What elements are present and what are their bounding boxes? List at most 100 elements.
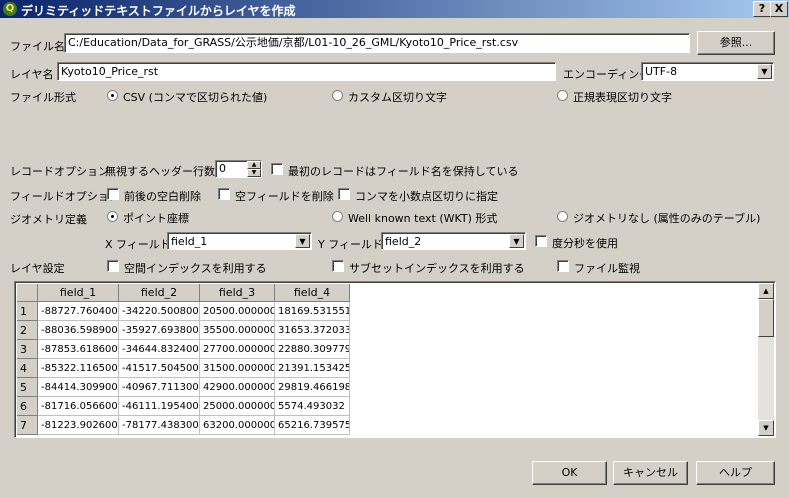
trim-checkbox[interactable] bbox=[107, 188, 119, 200]
skip-empty-label: 空フィールドを削除 bbox=[235, 190, 334, 203]
help-title-button[interactable]: ? bbox=[753, 1, 771, 17]
table-cell[interactable]: -88036.598900 bbox=[38, 321, 119, 340]
column-header[interactable]: field_1 bbox=[38, 284, 119, 302]
table-cell[interactable]: 65216.739575 bbox=[275, 416, 350, 435]
browse-button[interactable]: 参照... bbox=[697, 31, 775, 55]
first-record-label: 最初のレコードはフィールド名を保持している bbox=[288, 165, 519, 178]
geometry-none-radio[interactable] bbox=[557, 211, 568, 222]
close-button[interactable]: X bbox=[770, 1, 788, 17]
scroll-down-icon[interactable]: ▼ bbox=[758, 420, 774, 436]
table-cell[interactable]: 5574.493032 bbox=[275, 397, 350, 416]
table-cell[interactable]: 29819.466198 bbox=[275, 378, 350, 397]
row-number[interactable]: 3 bbox=[17, 340, 38, 359]
y-field-select[interactable]: field_2 ▼ bbox=[381, 232, 526, 250]
encoding-value: UTF-8 bbox=[645, 65, 678, 78]
cancel-button[interactable]: キャンセル bbox=[613, 461, 688, 485]
layer-settings-label: レイヤ設定 bbox=[10, 262, 65, 275]
help-button[interactable]: ヘルプ bbox=[696, 461, 775, 485]
ok-button[interactable]: OK bbox=[532, 461, 607, 485]
row-number[interactable]: 5 bbox=[17, 378, 38, 397]
subset-index-checkbox[interactable] bbox=[332, 260, 344, 272]
watch-file-checkbox[interactable] bbox=[557, 260, 569, 272]
scroll-up-icon[interactable]: ▲ bbox=[758, 283, 774, 299]
preview-table[interactable]: field_1 field_2 field_3 field_4 1 -88727… bbox=[14, 281, 776, 438]
column-header[interactable]: field_3 bbox=[200, 284, 275, 302]
geometry-wkt-radio[interactable] bbox=[332, 211, 343, 222]
table-cell[interactable]: 31653.372033 bbox=[275, 321, 350, 340]
geometry-label: ジオメトリ定義 bbox=[10, 213, 87, 226]
watch-file-label: ファイル監視 bbox=[574, 262, 640, 275]
layer-name-input[interactable]: Kyoto10_Price_rst bbox=[57, 62, 556, 81]
x-field-value: field_1 bbox=[171, 235, 208, 248]
skip-empty-checkbox[interactable] bbox=[218, 188, 230, 200]
table-cell[interactable]: -46111.195400 bbox=[119, 397, 200, 416]
format-regex-label: 正規表現区切り文字 bbox=[573, 91, 672, 104]
row-number[interactable]: 2 bbox=[17, 321, 38, 340]
row-number[interactable]: 1 bbox=[17, 302, 38, 321]
encoding-select[interactable]: UTF-8 ▼ bbox=[641, 62, 774, 81]
vertical-scrollbar[interactable]: ▲ ▼ bbox=[758, 283, 774, 436]
format-csv-label: CSV (コンマで区切られた値) bbox=[123, 91, 268, 104]
first-record-checkbox[interactable] bbox=[271, 163, 283, 175]
layer-name-label: レイヤ名 bbox=[10, 68, 54, 81]
spatial-index-checkbox[interactable] bbox=[107, 260, 119, 272]
column-header[interactable]: field_4 bbox=[275, 284, 350, 302]
subset-index-label: サブセットインデックスを利用する bbox=[349, 262, 525, 275]
file-name-label: ファイル名 bbox=[10, 40, 65, 53]
format-regex-radio[interactable] bbox=[557, 90, 568, 101]
spin-down-icon[interactable]: ▼ bbox=[247, 169, 261, 177]
spatial-index-label: 空間インデックスを利用する bbox=[124, 262, 267, 275]
table-cell[interactable]: -41517.504500 bbox=[119, 359, 200, 378]
geometry-point-label: ポイント座標 bbox=[123, 212, 189, 225]
column-header[interactable]: field_2 bbox=[119, 284, 200, 302]
geometry-point-radio[interactable] bbox=[107, 211, 118, 222]
row-number[interactable]: 4 bbox=[17, 359, 38, 378]
record-options-label: レコードオプション bbox=[10, 165, 109, 178]
table-cell[interactable]: 63200.000000 bbox=[200, 416, 275, 435]
window-title: デリミティッドテキストファイルからレイヤを作成 bbox=[21, 4, 296, 18]
table-cell[interactable]: 42900.000000 bbox=[200, 378, 275, 397]
qgis-logo-icon: Q bbox=[3, 2, 17, 16]
table-cell[interactable]: -78177.438300 bbox=[119, 416, 200, 435]
table-cell[interactable]: 20500.000000 bbox=[200, 302, 275, 321]
y-field-value: field_2 bbox=[385, 235, 422, 248]
table-cell[interactable]: -81223.902600 bbox=[38, 416, 119, 435]
field-options-label: フィールドオプション bbox=[10, 190, 120, 203]
table-cell[interactable]: -84414.309900 bbox=[38, 378, 119, 397]
dms-checkbox[interactable] bbox=[535, 235, 547, 247]
table-cell[interactable]: -35927.693800 bbox=[119, 321, 200, 340]
table-cell[interactable]: 27700.000000 bbox=[200, 340, 275, 359]
chevron-down-icon: ▼ bbox=[757, 64, 772, 79]
format-csv-radio[interactable] bbox=[107, 90, 118, 101]
skip-header-value: 0 bbox=[219, 162, 226, 175]
x-field-select[interactable]: field_1 ▼ bbox=[167, 232, 312, 250]
geometry-none-label: ジオメトリなし (属性のみのテーブル) bbox=[573, 212, 761, 225]
scroll-thumb[interactable] bbox=[758, 299, 774, 337]
row-number[interactable]: 7 bbox=[17, 416, 38, 435]
table-cell[interactable]: -34220.500800 bbox=[119, 302, 200, 321]
table-cell[interactable]: 31500.000000 bbox=[200, 359, 275, 378]
table-cell[interactable]: 35500.000000 bbox=[200, 321, 275, 340]
title-bar: Q デリミティッドテキストファイルからレイヤを作成 ? X bbox=[0, 0, 789, 18]
trim-label: 前後の空白削除 bbox=[124, 190, 201, 203]
corner-header bbox=[17, 284, 38, 302]
row-number[interactable]: 6 bbox=[17, 397, 38, 416]
table-cell[interactable]: 25000.000000 bbox=[200, 397, 275, 416]
table-cell[interactable]: 18169.531551 bbox=[275, 302, 350, 321]
table-cell[interactable]: 21391.153425 bbox=[275, 359, 350, 378]
format-custom-radio[interactable] bbox=[332, 90, 343, 101]
table-cell[interactable]: -87853.618600 bbox=[38, 340, 119, 359]
chevron-down-icon: ▼ bbox=[509, 234, 524, 248]
table-cell[interactable]: -85322.116500 bbox=[38, 359, 119, 378]
table-cell[interactable]: -88727.760400 bbox=[38, 302, 119, 321]
chevron-down-icon: ▼ bbox=[295, 234, 310, 248]
spin-up-icon[interactable]: ▲ bbox=[247, 161, 261, 169]
skip-header-label: 無視するヘッダー行数 bbox=[105, 165, 215, 178]
file-name-input[interactable]: C:/Education/Data_for_GRASS/公示地価/京都/L01-… bbox=[64, 33, 690, 53]
table-cell[interactable]: -40967.711300 bbox=[119, 378, 200, 397]
table-cell[interactable]: -81716.056600 bbox=[38, 397, 119, 416]
table-cell[interactable]: -34644.832400 bbox=[119, 340, 200, 359]
file-format-label: ファイル形式 bbox=[10, 91, 76, 104]
table-cell[interactable]: 22880.309779 bbox=[275, 340, 350, 359]
decimal-comma-checkbox[interactable] bbox=[338, 188, 350, 200]
